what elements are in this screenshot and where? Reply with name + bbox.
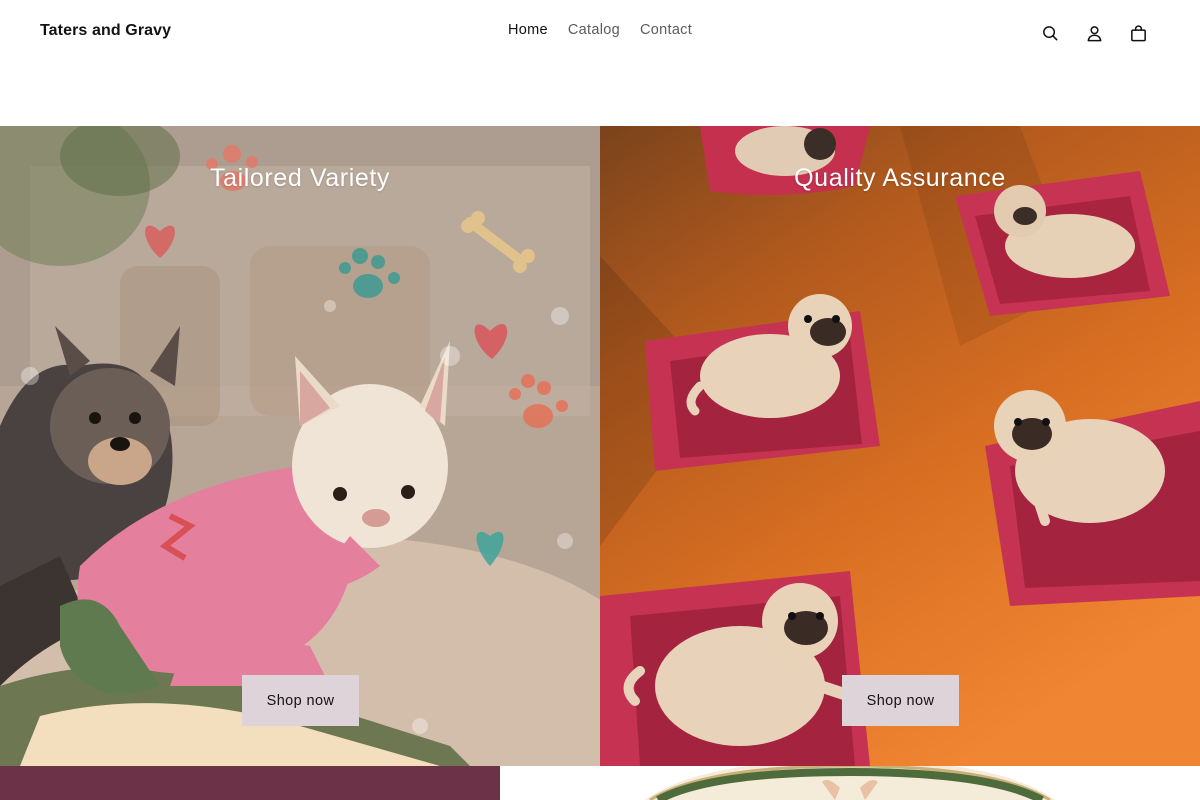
feature-image xyxy=(500,766,1200,800)
shop-now-button[interactable]: Shop now xyxy=(242,675,359,726)
main-nav: Home Catalog Contact xyxy=(498,22,702,38)
shop-now-button[interactable]: Shop now xyxy=(842,675,959,726)
account-button[interactable] xyxy=(1072,20,1116,46)
site-header: Taters and Gravy Home Catalog Contact xyxy=(0,0,1200,66)
nav-link-catalog[interactable]: Catalog xyxy=(558,22,630,38)
nav-link-home[interactable]: Home xyxy=(498,22,558,38)
cart-icon xyxy=(1130,24,1146,41)
feature-banner xyxy=(0,766,500,800)
french-bulldogs-image xyxy=(0,126,600,766)
collection-panel-tailored-variety: Tailored Variety Shop now xyxy=(0,126,600,766)
cart-button[interactable] xyxy=(1116,20,1160,46)
collection-panel-quality-assurance: Quality Assurance Shop now xyxy=(600,126,1200,766)
brand-logo-link[interactable]: Taters and Gravy xyxy=(40,22,171,40)
pugs-on-beds-image xyxy=(600,126,1200,766)
dog-badge-illustration xyxy=(645,766,1055,800)
collection-panels: Tailored Variety Shop now Quality Assura… xyxy=(0,126,1200,766)
panel-title: Quality Assurance xyxy=(794,164,1006,192)
header-icons xyxy=(1028,20,1160,46)
nav-link-contact[interactable]: Contact xyxy=(630,22,702,38)
account-icon xyxy=(1087,25,1101,41)
search-icon xyxy=(1042,25,1057,40)
search-button[interactable] xyxy=(1028,20,1072,46)
panel-title: Tailored Variety xyxy=(209,164,391,192)
